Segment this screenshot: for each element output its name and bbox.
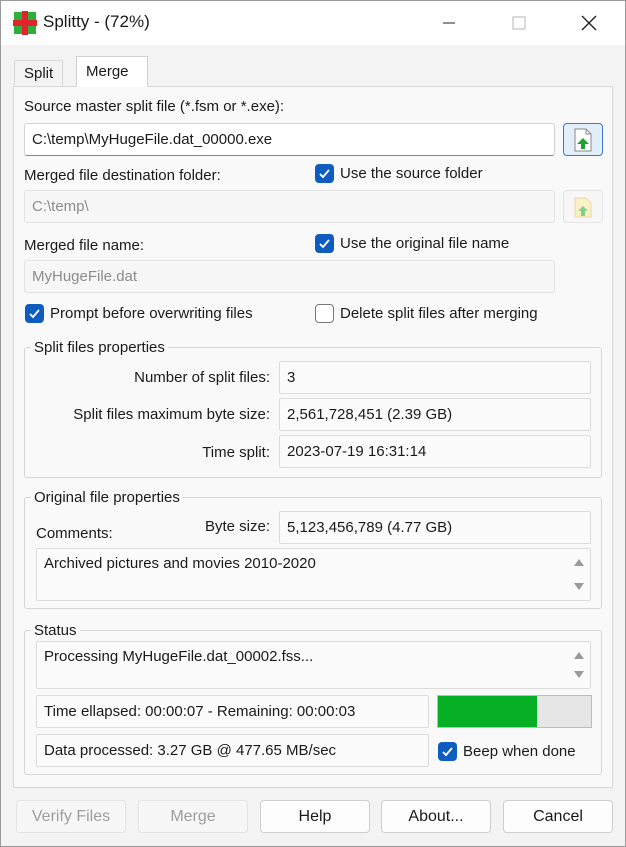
time-split-label: Time split:: [202, 444, 270, 461]
file-name-input: MyHugeFile.dat: [24, 260, 555, 293]
status-title: Status: [31, 622, 80, 639]
scroll-up-icon[interactable]: [574, 559, 584, 566]
use-original-name-label: Use the original file name: [340, 235, 510, 252]
window-title: Splitty - (72%): [43, 12, 150, 31]
checkbox-checked-icon: [315, 234, 334, 253]
minimize-button[interactable]: [414, 1, 484, 45]
open-file-icon: [574, 128, 592, 151]
tab-merge[interactable]: Merge: [76, 56, 148, 87]
comments-scrollbar[interactable]: [572, 553, 586, 596]
original-properties-title: Original file properties: [31, 489, 183, 506]
title-bar: Splitty - (72%): [1, 1, 625, 45]
tab-split[interactable]: Split: [14, 60, 64, 86]
help-button[interactable]: Help: [260, 800, 370, 833]
scroll-down-icon[interactable]: [574, 671, 584, 678]
source-file-input[interactable]: C:\temp\MyHugeFile.dat_00000.exe: [24, 123, 555, 156]
progress-fill: [438, 696, 538, 727]
time-split-value: 2023-07-19 16:31:14: [279, 435, 591, 468]
app-window: Splitty - (72%) Split Merge Source maste…: [0, 0, 626, 847]
source-file-label: Source master split file (*.fsm or *.exe…: [24, 98, 285, 115]
beep-when-done-checkbox[interactable]: Beep when done: [438, 742, 576, 761]
split-maxsize-label: Split files maximum byte size:: [73, 406, 270, 423]
split-maxsize-value: 2,561,728,451 (2.39 GB): [279, 398, 591, 431]
byte-size-label: Byte size:: [204, 518, 270, 535]
merge-button: Merge: [138, 800, 248, 833]
checkbox-checked-icon: [438, 742, 457, 761]
delete-after-checkbox[interactable]: Delete split files after merging: [315, 304, 538, 323]
minimize-icon: [443, 22, 455, 24]
data-processed-text: Data processed: 3.27 GB @ 477.65 MB/sec: [36, 734, 429, 767]
use-original-name-checkbox[interactable]: Use the original file name: [315, 234, 509, 253]
folder-open-icon: [574, 197, 592, 217]
scroll-up-icon[interactable]: [574, 652, 584, 659]
prompt-overwrite-label: Prompt before overwriting files: [50, 305, 253, 322]
file-name-label: Merged file name:: [24, 237, 145, 254]
browse-folder-button: [563, 190, 603, 223]
delete-after-label: Delete split files after merging: [340, 305, 538, 322]
prompt-overwrite-checkbox[interactable]: Prompt before overwriting files: [25, 304, 253, 323]
beep-when-done-label: Beep when done: [463, 743, 576, 760]
progress-bar: [437, 695, 592, 728]
browse-source-button[interactable]: [563, 123, 603, 156]
about-button[interactable]: About...: [381, 800, 491, 833]
maximize-icon: [512, 16, 526, 30]
split-count-label: Number of split files:: [134, 369, 270, 386]
split-count-value: 3: [279, 361, 591, 394]
dest-folder-input: C:\temp\: [24, 190, 555, 223]
status-scrollbar[interactable]: [572, 646, 586, 684]
comments-box[interactable]: Archived pictures and movies 2010-2020: [36, 548, 591, 601]
app-icon: [13, 11, 37, 35]
split-properties-title: Split files properties: [31, 339, 168, 356]
maximize-button: [484, 1, 554, 45]
verify-files-button: Verify Files: [16, 800, 126, 833]
checkbox-unchecked-icon: [315, 304, 334, 323]
use-source-folder-label: Use the source folder: [340, 165, 483, 182]
comments-label: Comments:: [36, 525, 113, 542]
dest-folder-label: Merged file destination folder:: [24, 167, 221, 184]
use-source-folder-checkbox[interactable]: Use the source folder: [315, 164, 483, 183]
close-button[interactable]: [554, 1, 624, 45]
checkbox-checked-icon: [315, 164, 334, 183]
scroll-down-icon[interactable]: [574, 583, 584, 590]
comments-text: Archived pictures and movies 2010-2020: [44, 555, 316, 572]
byte-size-value: 5,123,456,789 (4.77 GB): [279, 511, 591, 544]
close-icon: [581, 15, 597, 31]
time-elapsed-text: Time ellapsed: 00:00:07 - Remaining: 00:…: [36, 695, 429, 728]
checkbox-checked-icon: [25, 304, 44, 323]
status-message-box: Processing MyHugeFile.dat_00002.fss...: [36, 641, 591, 689]
status-message: Processing MyHugeFile.dat_00002.fss...: [44, 648, 314, 665]
cancel-button[interactable]: Cancel: [503, 800, 613, 833]
